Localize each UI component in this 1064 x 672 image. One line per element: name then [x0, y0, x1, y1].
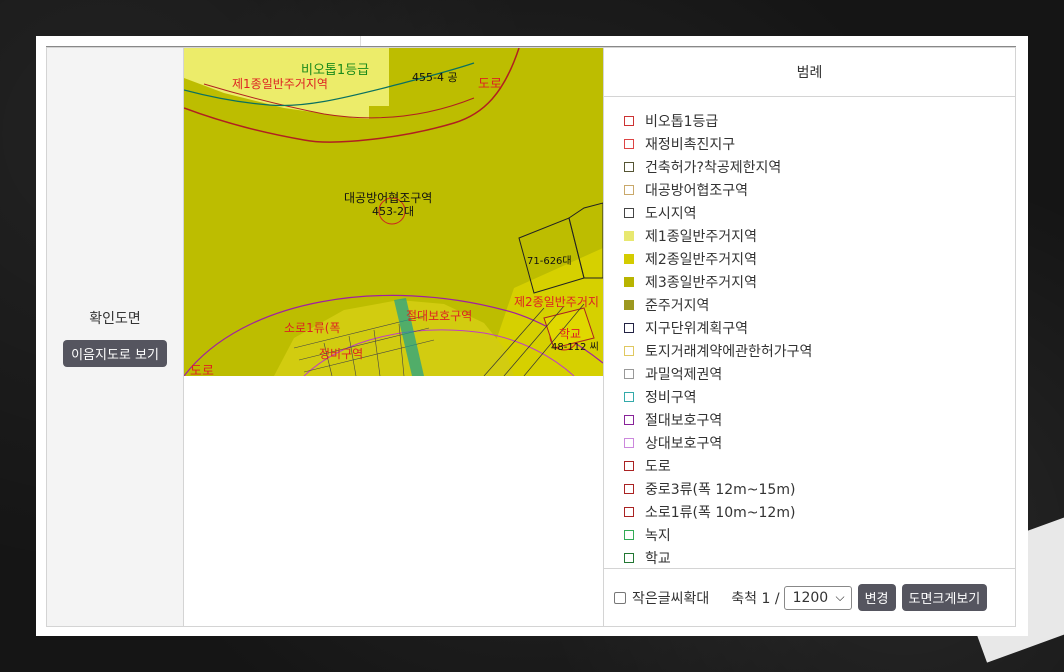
map-drawing: 비오톱1등급 제1종일반주거지역 455-4 공 도로 대공방어협조구역 453…: [184, 48, 603, 376]
content-panel: 확인도면 이음지도로 보기 비오톱1등급 제1종일반주거지역 455-4 공 도…: [36, 36, 1028, 636]
legend-item: 도로: [624, 454, 1015, 477]
legend-item: 재정비촉진지구: [624, 132, 1015, 155]
legend-swatch-icon: [624, 529, 634, 540]
legend-item: 중로3류(폭 12m~15m): [624, 477, 1015, 500]
map-label-road: 도로: [190, 364, 214, 376]
legend-swatch-icon: [624, 437, 634, 448]
map-label-jeongbi: 정비구역: [319, 347, 363, 361]
scale-value: 1200: [792, 589, 829, 606]
legend-swatch-icon: [624, 299, 634, 310]
map-label-school: 학교: [559, 327, 581, 341]
legend-item-label: 상대보호구역: [645, 435, 723, 452]
legend-item: 토지거래계약에관한허가구역: [624, 339, 1015, 362]
legend-swatch-icon: [624, 230, 634, 241]
legend-item: 소로1류(폭 10m~12m): [624, 500, 1015, 523]
legend-item-label: 정비구역: [645, 389, 697, 406]
legend-item: 제2종일반주거지역: [624, 247, 1015, 270]
scale-select[interactable]: 1200 ⌵: [783, 585, 852, 610]
enlarge-text-label: 작은글씨확대: [632, 590, 710, 607]
enlarge-text-checkbox[interactable]: [614, 591, 626, 604]
enlarge-map-button[interactable]: 도면크게보기: [901, 584, 988, 611]
land-use-map[interactable]: 비오톱1등급 제1종일반주거지역 455-4 공 도로 대공방어협조구역 453…: [184, 48, 603, 376]
legend-swatch-icon: [624, 138, 634, 149]
legend-swatch-icon: [624, 322, 634, 333]
legend-item: 비오톱1등급: [624, 109, 1015, 132]
map-label-zone1: 제1종일반주거지역: [232, 77, 328, 91]
legend-item-label: 소로1류(폭 10m~12m): [645, 504, 796, 521]
legend-item: 대공방어협조구역: [624, 178, 1015, 201]
legend-item-label: 지구단위계획구역: [645, 320, 749, 337]
legend-swatch-icon: [624, 345, 634, 356]
map-label-soro: 소로1류(폭: [284, 321, 340, 335]
label-cell: 확인도면 이음지도로 보기: [47, 48, 184, 626]
legend-item-label: 절대보호구역: [645, 412, 723, 429]
legend-item: 지구단위계획구역: [624, 316, 1015, 339]
legend-panel: 범례 비오톱1등급재정비촉진지구건축허가?착공제한지역대공방어협조구역도시지역제…: [604, 48, 1015, 626]
legend-item-label: 비오톱1등급: [645, 113, 719, 130]
legend-swatch-icon: [624, 414, 634, 425]
map-label-parcel: 455-4 공: [412, 71, 458, 84]
legend-swatch-icon: [624, 460, 634, 471]
legend-item-label: 대공방어협조구역: [645, 182, 749, 199]
legend-list: 비오톱1등급재정비촉진지구건축허가?착공제한지역대공방어협조구역도시지역제1종일…: [604, 97, 1015, 569]
legend-item: 절대보호구역: [624, 408, 1015, 431]
scale-label: 축척 1 /: [731, 590, 780, 607]
legend-item-label: 제1종일반주거지역: [645, 228, 757, 245]
legend-item: 학교: [624, 546, 1015, 569]
legend-swatch-icon: [624, 552, 634, 563]
legend-item: 제1종일반주거지역: [624, 224, 1015, 247]
legend-item-label: 건축허가?착공제한지역: [645, 159, 782, 176]
legend-swatch-icon: [624, 391, 634, 402]
legend-item-label: 도로: [645, 458, 671, 475]
chevron-down-icon: ⌵: [835, 590, 845, 604]
legend-item: 녹지: [624, 523, 1015, 546]
legend-item-label: 준주거지역: [645, 297, 710, 314]
map-label-parcel: 71-626대: [527, 255, 572, 267]
legend-item: 과밀억제권역: [624, 362, 1015, 385]
legend-footer: 작은글씨확대 축척 1 / 1200 ⌵ 변경 도면크게보기: [604, 568, 1015, 626]
legend-swatch-icon: [624, 253, 634, 264]
legend-item-label: 재정비촉진지구: [645, 136, 736, 153]
legend-title: 범례: [604, 48, 1015, 97]
legend-item-label: 녹지: [645, 527, 671, 544]
legend-item-label: 과밀억제권역: [645, 366, 723, 383]
legend-swatch-icon: [624, 207, 634, 218]
map-table: 확인도면 이음지도로 보기 비오톱1등급 제1종일반주거지역 455-4 공 도…: [46, 47, 1016, 627]
legend-item: 건축허가?착공제한지역: [624, 155, 1015, 178]
legend-item-label: 제3종일반주거지역: [645, 274, 757, 291]
legend-swatch-icon: [624, 161, 634, 172]
map-label-daegong: 대공방어협조구역: [344, 191, 432, 205]
section-title: 확인도면: [89, 310, 141, 327]
legend-item-label: 토지거래계약에관한허가구역: [645, 343, 813, 360]
legend-item: 상대보호구역: [624, 431, 1015, 454]
map-label-road: 도로: [478, 77, 502, 92]
map-label-bioto: 비오톱1등급: [301, 63, 369, 78]
legend-swatch-icon: [624, 276, 634, 287]
legend-swatch-icon: [624, 506, 634, 517]
legend-item-label: 제2종일반주거지역: [645, 251, 757, 268]
legend-swatch-icon: [624, 368, 634, 379]
map-label-parcel: 453-2대: [372, 205, 414, 218]
view-map-button[interactable]: 이음지도로 보기: [63, 339, 167, 367]
change-scale-button[interactable]: 변경: [857, 584, 896, 611]
legend-item-label: 중로3류(폭 12m~15m): [645, 481, 796, 498]
legend-item: 정비구역: [624, 385, 1015, 408]
map-label-parcel: 48-112 씨: [551, 341, 599, 353]
legend-swatch-icon: [624, 483, 634, 494]
map-label-jeoldae: 절대보호구역: [406, 309, 472, 323]
legend-item: 제3종일반주거지역: [624, 270, 1015, 293]
divider: [360, 36, 361, 46]
legend-swatch-icon: [624, 184, 634, 195]
map-label-zone2: 제2종일반주거지: [514, 295, 599, 309]
legend-swatch-icon: [624, 115, 634, 126]
legend-item-label: 학교: [645, 550, 671, 567]
legend-item-label: 도시지역: [645, 205, 697, 222]
legend-item: 준주거지역: [624, 293, 1015, 316]
map-cell: 비오톱1등급 제1종일반주거지역 455-4 공 도로 대공방어협조구역 453…: [184, 48, 604, 626]
legend-item: 도시지역: [624, 201, 1015, 224]
